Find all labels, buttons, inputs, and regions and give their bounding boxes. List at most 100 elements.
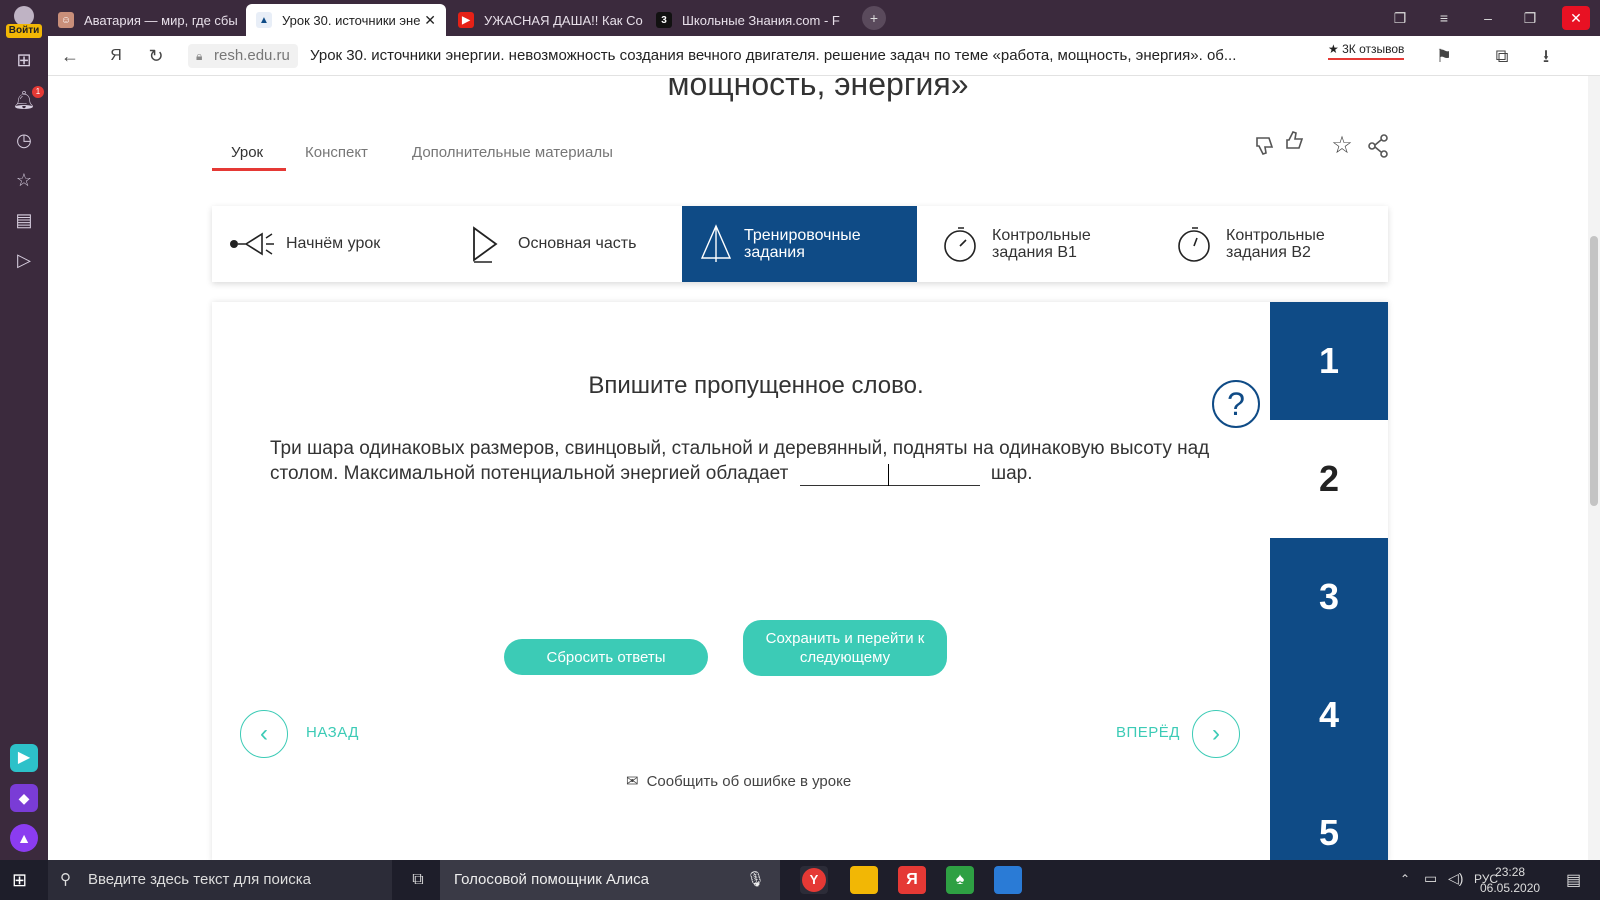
browser-tab-lesson[interactable]: ▲ Урок 30. источники эне ✕ — [246, 4, 446, 36]
stage-label: Основная часть — [518, 235, 637, 252]
restore-icon[interactable]: ❐ — [1516, 6, 1544, 30]
browser-tab-youtube[interactable]: ▶ УЖАСНАЯ ДАША!! Как Со — [448, 4, 644, 36]
stage-control-b1[interactable]: Контрольные задания В1 — [934, 206, 1154, 282]
url-text: resh.edu.ru — [214, 47, 290, 64]
browser-tab-znanija[interactable]: 3 Школьные Знания.com - F — [646, 4, 842, 36]
tab-title: УЖАСНАЯ ДАША!! Как Со — [484, 12, 643, 28]
history-clock-icon[interactable]: ◷ — [12, 128, 36, 152]
action-center-icon[interactable]: ▤ — [1566, 870, 1581, 890]
clock-time: 23:28 — [1495, 865, 1526, 879]
stage-main-part[interactable]: Основная часть — [460, 206, 680, 282]
menu-icon[interactable]: ≡ — [1430, 6, 1458, 30]
reviews-label: 3К отзывов — [1342, 42, 1405, 56]
system-clock[interactable]: 23:28 06.05.2020 — [1480, 864, 1540, 896]
task-view-icon[interactable]: ⧉ — [406, 868, 430, 892]
login-area[interactable]: Войти — [6, 4, 42, 38]
dislike-icon[interactable] — [1252, 132, 1280, 160]
question-number-4[interactable]: 4 — [1270, 656, 1388, 774]
bookmark-icon[interactable]: ⚑ — [1432, 44, 1456, 68]
save-and-next-button[interactable]: Сохранить и перейти к следующему — [743, 620, 947, 676]
forward-button-label[interactable]: ВПЕРЁД — [1116, 724, 1180, 741]
back-chevron-icon[interactable]: ‹ — [240, 710, 288, 758]
apps-grid-icon[interactable]: ⊞ — [12, 48, 36, 72]
text-caret — [887, 464, 889, 486]
play-icon — [460, 224, 508, 264]
question-number-3[interactable]: 3 — [1270, 538, 1388, 656]
browser-sidebar: Войти ⊞ 🔔︎ 1 ◷ ☆ ▤ ▷ ▶ ◆ ▲ — [0, 0, 48, 860]
back-arrow-icon[interactable]: ← — [58, 44, 82, 68]
close-window-icon[interactable]: ✕ — [1562, 6, 1590, 30]
stage-control-b2[interactable]: Контрольные задания В2 — [1168, 206, 1386, 282]
stage-label: Тренировочные задания — [744, 227, 861, 261]
minimize-icon[interactable]: – — [1474, 6, 1502, 30]
photos-taskbar-icon[interactable] — [994, 866, 1022, 894]
like-icon[interactable] — [1282, 126, 1310, 154]
windows-taskbar: ⊞ ⚲ Введите здесь текст для поиска ⧉ Гол… — [0, 860, 1600, 900]
alice-label: Голосовой помощник Алиса — [454, 871, 649, 888]
address-bar: ← Я ↻ 🔒︎ resh.edu.ru Урок 30. источники … — [48, 36, 1600, 76]
favorites-star-icon[interactable]: ☆ — [12, 168, 36, 192]
help-question-icon[interactable]: ? — [1212, 380, 1260, 428]
question-text-before: Три шара одинаковых размеров, свинцовый,… — [270, 438, 1210, 484]
envelope-icon: ✉ — [626, 773, 639, 790]
network-icon[interactable]: ▭ — [1424, 870, 1437, 887]
tray-chevron-icon[interactable]: ⌃ — [1400, 872, 1410, 886]
volume-icon[interactable]: ◁) — [1448, 870, 1463, 887]
share-icon[interactable] — [1364, 132, 1392, 160]
taskbar-search-input[interactable]: ⚲ Введите здесь текст для поиска — [48, 860, 392, 900]
reviews-link[interactable]: ★ 3К отзывов — [1328, 42, 1405, 60]
tab-extra-materials[interactable]: Дополнительные материалы — [412, 144, 613, 161]
messenger-app-icon[interactable]: ▶ — [10, 744, 38, 772]
yandex-browser-taskbar-icon[interactable]: Y — [800, 866, 828, 894]
stage-start-lesson[interactable]: Начнём урок — [228, 206, 446, 282]
windows-start-icon[interactable]: ⊞ — [12, 870, 32, 890]
microphone-icon[interactable]: 🎙︎ — [746, 860, 765, 900]
bookmarks-panel-icon[interactable]: ❐ — [1386, 6, 1414, 30]
back-button-label[interactable]: НАЗАД — [306, 724, 359, 741]
video-play-icon[interactable]: ▷ — [12, 248, 36, 272]
report-error-link[interactable]: ✉ Сообщить об ошибке в уроке — [626, 772, 851, 790]
star-icon[interactable]: ☆ — [1328, 132, 1356, 160]
stopwatch-icon — [1168, 224, 1216, 264]
notification-badge: 1 — [32, 86, 44, 98]
browser-tab-avataria[interactable]: ☺ Аватария — мир, где сбы — [48, 4, 244, 36]
question-text-after: шар. — [990, 463, 1033, 484]
stage-label: Начнём урок — [286, 235, 381, 252]
tab-summary[interactable]: Конспект — [305, 144, 368, 161]
alice-voice-assistant-bar[interactable]: Голосовой помощник Алиса 🎙︎ — [440, 860, 780, 900]
alice-voice-icon[interactable]: ▲ — [10, 824, 38, 852]
url-field[interactable]: 🔒︎ resh.edu.ru — [188, 44, 298, 68]
lesson-stage-bar: Начнём урок Основная часть Тренировочные… — [212, 206, 1388, 282]
alice-app-icon[interactable]: ◆ — [10, 784, 38, 812]
stage-label: Контрольные задания В2 — [1226, 227, 1325, 261]
forward-chevron-icon[interactable]: › — [1192, 710, 1240, 758]
browser-tab-strip: ☺ Аватария — мир, где сбы ▲ Урок 30. ист… — [0, 0, 1600, 36]
question-number-1[interactable]: 1 — [1270, 302, 1388, 420]
stage-training-tasks[interactable]: Тренировочные задания — [682, 206, 917, 282]
pyramid-icon — [698, 224, 734, 264]
question-number-5[interactable]: 5 — [1270, 774, 1388, 860]
scrollbar-thumb[interactable] — [1590, 236, 1598, 506]
reload-icon[interactable]: ↻ — [144, 44, 168, 68]
reset-answers-button[interactable]: Сбросить ответы — [504, 639, 708, 675]
page-scrollbar[interactable] — [1588, 76, 1600, 860]
yandex-taskbar-icon[interactable]: Я — [898, 866, 926, 894]
page-title-in-address[interactable]: Урок 30. источники энергии. невозможност… — [310, 44, 1310, 68]
answer-blank-input[interactable] — [799, 464, 980, 486]
clock-date: 06.05.2020 — [1480, 881, 1541, 895]
tab-lesson[interactable]: Урок — [231, 144, 263, 161]
login-label: Войти — [6, 24, 42, 38]
collections-icon[interactable]: ▤ — [12, 208, 36, 232]
question-title: Впишите пропущенное слово. — [588, 372, 924, 399]
protect-icon[interactable]: ⧉ — [1490, 44, 1514, 68]
yandex-logo-icon[interactable]: Я — [104, 44, 128, 68]
game-taskbar-icon[interactable]: ♠ — [946, 866, 974, 894]
search-placeholder: Введите здесь текст для поиска — [88, 871, 311, 888]
search-icon: ⚲ — [60, 871, 71, 888]
stage-label: Контрольные задания В1 — [992, 227, 1091, 261]
close-tab-icon[interactable]: ✕ — [424, 12, 436, 29]
file-explorer-taskbar-icon[interactable] — [850, 866, 878, 894]
question-number-2[interactable]: 2 — [1270, 420, 1388, 538]
new-tab-plus-icon[interactable]: + — [862, 6, 886, 30]
download-icon[interactable]: ⭳ — [1534, 44, 1558, 68]
